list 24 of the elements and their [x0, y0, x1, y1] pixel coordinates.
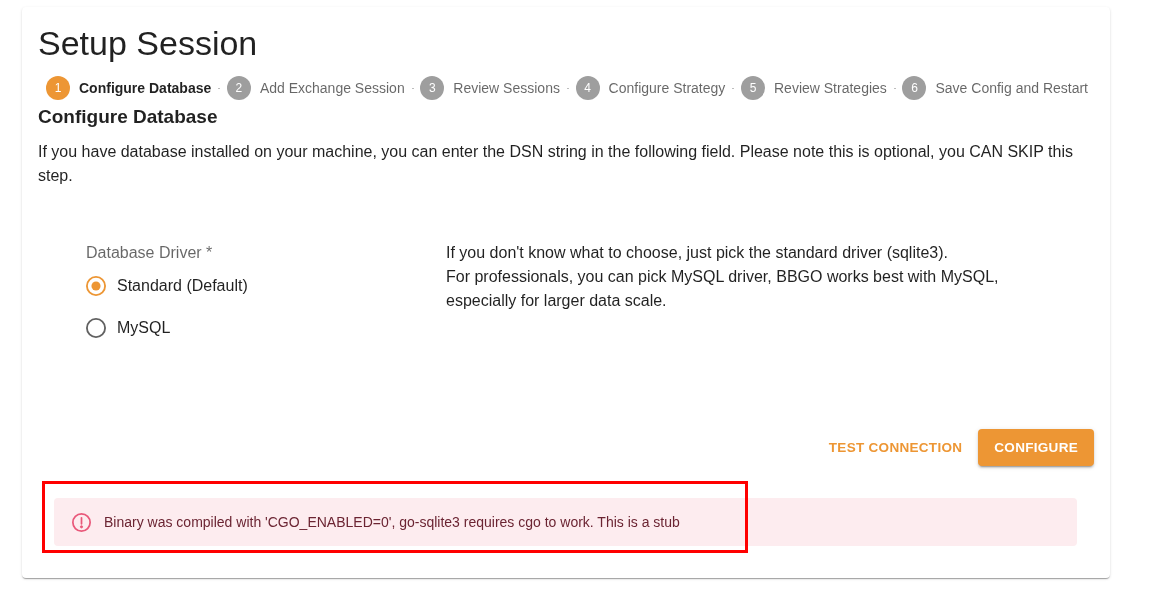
error-icon — [72, 512, 91, 532]
step-label: Save Config and Restart — [935, 80, 1088, 96]
section-description: If you have database installed on your machine, you can enter the DSN string in the following field. Please note this is optional, you CAN SKIP this step. — [38, 142, 1074, 186]
step-number: 6 — [902, 76, 927, 100]
help-text: If you don't know what to choose, just pick the standard driver (sqlite3). — [446, 243, 949, 263]
alert-message: Binary was compiled with 'CGO_ENABLED=0', go-sqlite3 requires cgo to work. This is a stub — [104, 514, 680, 530]
help-text: For professionals, you can pick MySQL driver, BBGO works best with MySQL, especially for larger data scale. — [446, 267, 1000, 311]
field-label: Database Driver * — [86, 243, 214, 263]
radio-button[interactable] — [86, 276, 106, 296]
step-label: Configure Database — [79, 80, 212, 96]
step-label: Review Strategies — [774, 80, 887, 96]
step-number: 2 — [226, 76, 251, 100]
step-number: 1 — [46, 76, 70, 100]
step-label: Configure Strategy — [608, 80, 726, 96]
section-heading: Configure Database — [38, 105, 219, 129]
step-number: 5 — [741, 76, 765, 100]
step-label: Add Exchange Session — [259, 80, 405, 96]
step-number: 3 — [420, 76, 445, 100]
radio-button[interactable] — [86, 318, 106, 338]
radio-label[interactable]: Standard (Default) — [117, 277, 248, 295]
radio-label[interactable]: MySQL — [117, 319, 171, 337]
step-number: 4 — [575, 76, 600, 100]
page-title: Setup Session — [38, 23, 259, 63]
step-label: Review Sessions — [453, 80, 560, 96]
